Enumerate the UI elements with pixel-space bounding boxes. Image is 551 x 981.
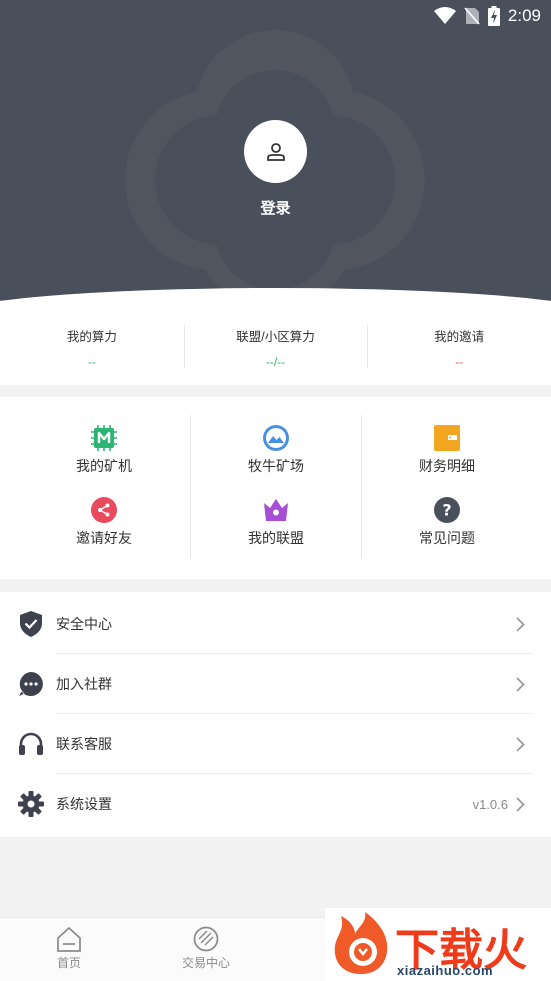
grid-column: 我的矿机 邀请好友 <box>19 415 189 558</box>
chevron-right-icon <box>516 796 525 812</box>
trade-icon <box>193 926 219 952</box>
battery-charging-icon <box>487 6 500 26</box>
chevron-right-icon <box>516 736 525 752</box>
list-item-join-community[interactable]: 加入社群 <box>0 654 551 714</box>
svg-text:?: ? <box>442 501 451 520</box>
gear-icon <box>17 790 45 818</box>
login-button[interactable]: 登录 <box>0 197 551 218</box>
grid-item-faq[interactable]: ? 常见问题 <box>362 497 532 557</box>
profile-header: 2:09 登录 <box>0 0 551 305</box>
stat-label: 联盟/小区算力 <box>236 330 315 344</box>
status-time: 2:09 <box>507 6 541 25</box>
grid-item-my-alliance[interactable]: 我的联盟 <box>191 497 361 557</box>
nav-label: 交易中心 <box>181 956 230 970</box>
list-item-contact-service[interactable]: 联系客服 <box>0 714 551 774</box>
stat-my-hashrate[interactable]: 我的算力 -- <box>0 305 184 385</box>
grid-item-label: 牧牛矿场 <box>248 458 304 474</box>
grid-column: 财务明细 ? 常见问题 <box>362 415 532 558</box>
home-icon <box>57 926 81 952</box>
chevron-right-icon <box>516 616 525 632</box>
user-icon <box>266 142 285 161</box>
list-item-label: 安全中心 <box>56 616 112 632</box>
header-curve <box>0 288 551 305</box>
shield-check-icon <box>17 610 45 638</box>
share-icon <box>91 497 117 523</box>
flame-logo-icon <box>334 912 388 974</box>
question-icon: ? <box>434 497 460 523</box>
grid-item-label: 财务明细 <box>419 458 475 474</box>
stat-label: 我的算力 <box>66 330 117 344</box>
feature-grid: 我的矿机 邀请好友 牧牛矿场 我的联盟 财务明细 ? 常见问题 <box>0 397 551 579</box>
wifi-icon <box>433 7 456 24</box>
settings-list: 安全中心 加入社群 联系客服 系统设置 v1.0.6 <box>0 592 551 837</box>
version-label: v1.0.6 <box>472 796 508 812</box>
grid-item-my-miner[interactable]: 我的矿机 <box>19 425 189 485</box>
stat-value: --/-- <box>265 355 286 369</box>
no-sim-icon <box>464 7 480 25</box>
nav-home[interactable]: 首页 <box>24 926 114 971</box>
stat-alliance-hashrate[interactable]: 联盟/小区算力 --/-- <box>183 305 368 385</box>
grid-item-finance-details[interactable]: 财务明细 <box>362 425 532 485</box>
stats-panel: 我的算力 -- 联盟/小区算力 --/-- 我的邀请 -- <box>0 305 551 385</box>
list-item-label: 联系客服 <box>56 736 112 752</box>
nav-trade-center[interactable]: 交易中心 <box>161 926 251 971</box>
avatar[interactable] <box>244 120 307 183</box>
headphones-icon <box>17 730 45 758</box>
grid-item-label: 我的矿机 <box>76 458 132 474</box>
list-item-label: 加入社群 <box>56 676 112 692</box>
stat-value: -- <box>87 355 96 369</box>
nav-label: 首页 <box>56 956 81 970</box>
stat-label: 我的邀请 <box>434 330 485 344</box>
grid-item-invite-friends[interactable]: 邀请好友 <box>19 497 189 557</box>
grid-item-label: 我的联盟 <box>248 530 304 546</box>
grid-item-label: 常见问题 <box>419 530 475 546</box>
list-item-security-center[interactable]: 安全中心 <box>0 594 551 654</box>
grid-item-ranch-mine[interactable]: 牧牛矿场 <box>191 425 361 485</box>
chevron-right-icon <box>516 676 525 692</box>
watermark: 下载火 xiazaihuo.com <box>325 908 551 981</box>
watermark-url: xiazaihuo.com <box>397 963 494 978</box>
stat-value: -- <box>455 355 464 369</box>
list-item-label: 系统设置 <box>56 796 112 812</box>
stat-my-invites[interactable]: 我的邀请 -- <box>367 305 551 385</box>
list-item-system-settings[interactable]: 系统设置 v1.0.6 <box>0 774 551 834</box>
grid-item-label: 邀请好友 <box>76 530 132 546</box>
status-bar: 2:09 <box>433 4 541 28</box>
grid-column: 牧牛矿场 我的联盟 <box>191 415 361 558</box>
wallet-icon <box>434 425 460 451</box>
chat-bubble-icon <box>17 670 45 698</box>
crown-icon <box>263 497 289 523</box>
miner-chip-icon <box>91 425 117 451</box>
landscape-icon <box>263 425 289 451</box>
